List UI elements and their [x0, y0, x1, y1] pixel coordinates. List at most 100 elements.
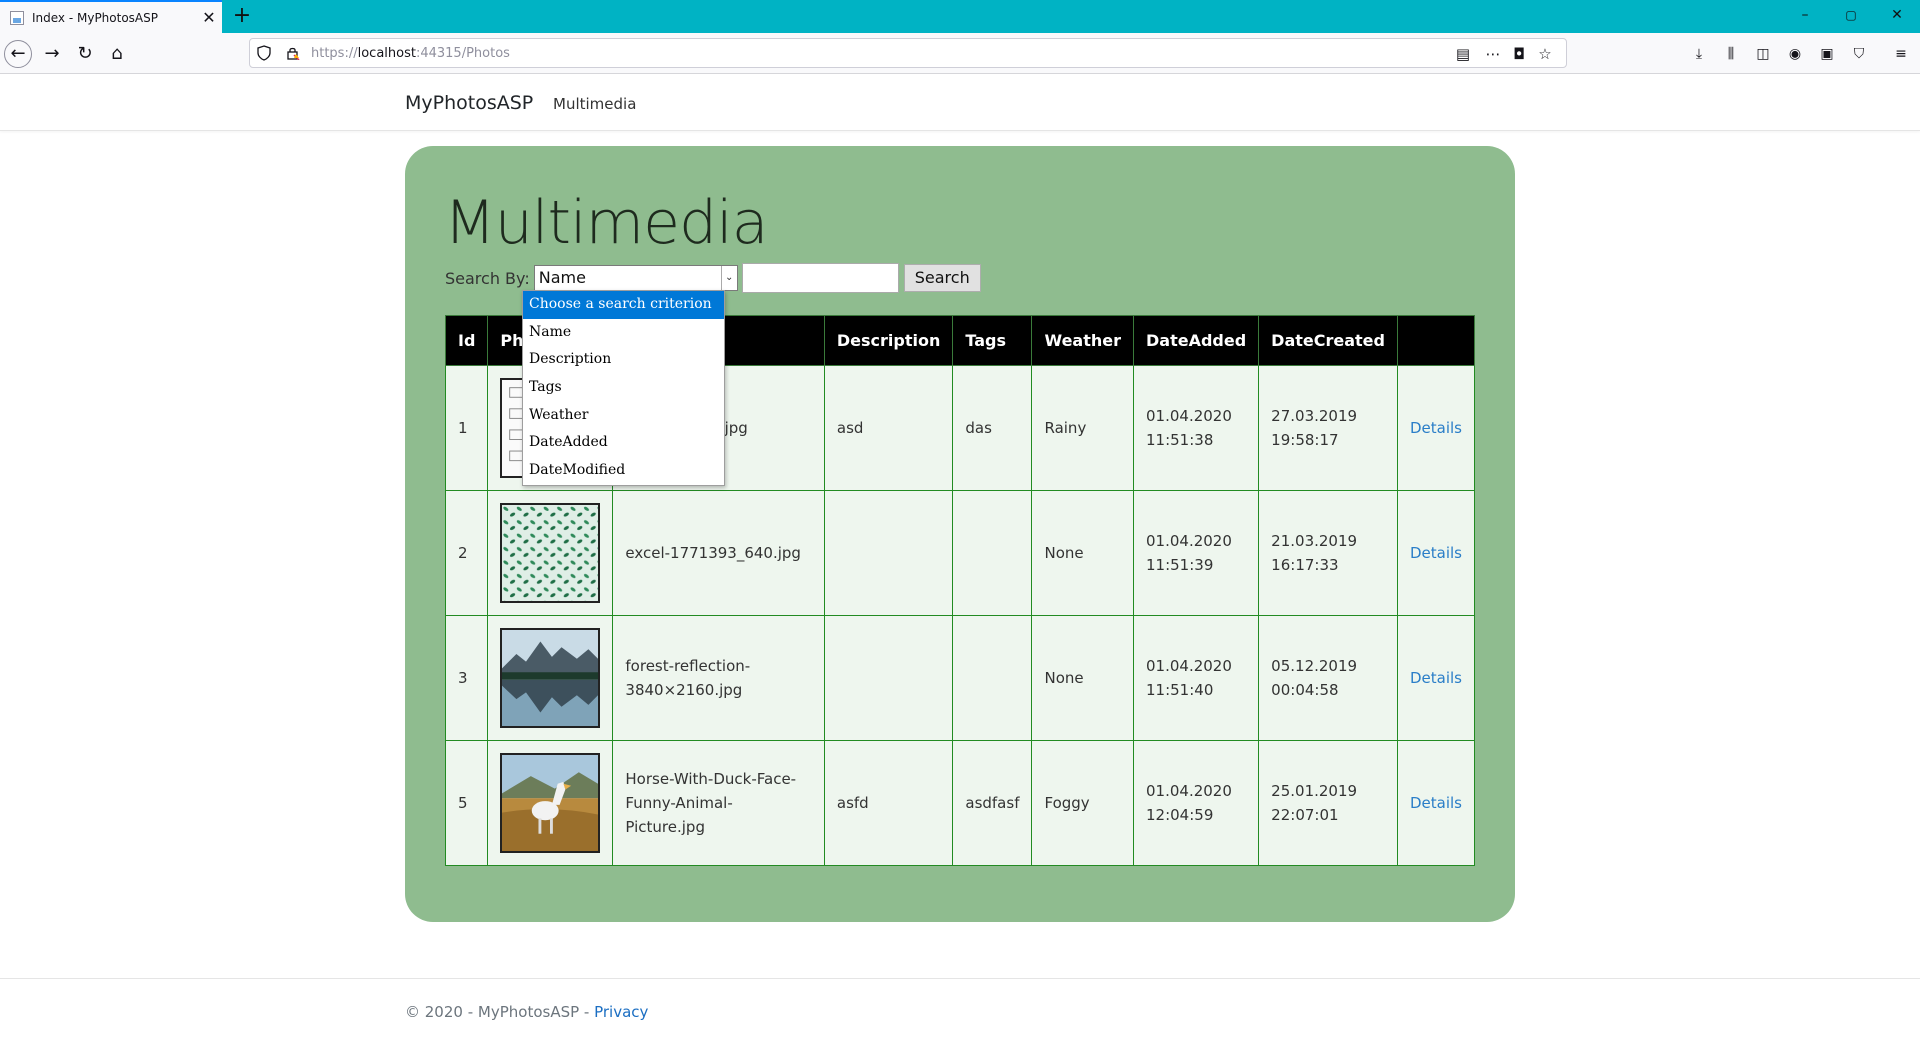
page-title: Multimedia	[444, 188, 769, 258]
site-footer: © 2020 - MyPhotosASP - Privacy	[0, 978, 1920, 1040]
search-criterion-select[interactable]: Name ⌄	[533, 265, 738, 291]
shield-extension-icon[interactable]: ⛉	[1848, 43, 1870, 65]
sidebar-icon[interactable]: ◫	[1752, 43, 1774, 65]
details-link[interactable]: Details	[1410, 419, 1462, 437]
cell-description	[823, 490, 954, 616]
date-created-time: 16:17:33	[1271, 556, 1339, 574]
photo-thumbnail-horse[interactable]	[500, 753, 601, 853]
dropdown-option-name[interactable]: Name	[523, 319, 724, 347]
cell-date-added: 01.04.2020 11:51:39	[1132, 490, 1260, 616]
pocket-icon[interactable]: ◘	[1508, 45, 1530, 63]
details-link[interactable]: Details	[1410, 544, 1462, 562]
cell-id: 5	[444, 740, 489, 866]
dropdown-option-weather[interactable]: Weather	[523, 402, 724, 430]
dropdown-option-datemodified[interactable]: DateModified	[523, 457, 724, 485]
reload-icon[interactable]: ↻	[70, 39, 100, 69]
date-created-time: 22:07:01	[1271, 806, 1339, 824]
search-criterion-value: Name	[538, 268, 586, 287]
privacy-link[interactable]: Privacy	[594, 1003, 648, 1021]
page-favicon-icon	[10, 10, 24, 25]
tracking-shield-icon[interactable]	[257, 45, 271, 61]
dropdown-option-dateadded[interactable]: DateAdded	[523, 429, 724, 457]
cell-photo	[487, 490, 614, 616]
details-link[interactable]: Details	[1410, 794, 1462, 812]
table-row: 2 excel-1771393_640.jpg None 01.04.2020 …	[444, 490, 1476, 616]
cell-date-created: 05.12.2019 00:04:58	[1258, 615, 1398, 741]
column-header-weather: Weather	[1031, 315, 1134, 366]
date-added-date: 01.04.2020	[1146, 657, 1232, 675]
date-added-date: 01.04.2020	[1146, 407, 1232, 425]
reader-view-icon[interactable]: ▤	[1452, 45, 1474, 63]
column-header-tags: Tags	[952, 315, 1033, 366]
cell-actions: Details	[1396, 490, 1476, 616]
cell-id: 2	[444, 490, 489, 616]
date-created-time: 19:58:17	[1271, 431, 1339, 449]
cell-photo	[487, 740, 614, 866]
photo-thumbnail-lake[interactable]	[500, 628, 601, 728]
table-row: 3 forest-reflection-3840×2160.jpg None 0…	[444, 615, 1476, 741]
url-path: :44315/Photos	[415, 46, 510, 61]
search-by-label: Search By:	[445, 268, 530, 288]
cell-weather: Rainy	[1031, 365, 1134, 491]
new-tab-plus-icon[interactable]: +	[230, 4, 254, 28]
footer-text: © 2020 - MyPhotosASP - Privacy	[405, 1003, 648, 1021]
site-header: MyPhotosASP Multimedia	[0, 74, 1920, 131]
dropdown-option-description[interactable]: Description	[523, 346, 724, 374]
search-input[interactable]	[741, 263, 899, 293]
address-bar[interactable]: https://localhost:44315/Photos ▤ ⋯ ◘ ☆	[249, 38, 1567, 68]
dropdown-option-placeholder[interactable]: Choose a search criterion	[523, 291, 724, 319]
nav-multimedia-link[interactable]: Multimedia	[553, 95, 636, 113]
page-actions-icon[interactable]: ⋯	[1482, 45, 1504, 63]
menu-hamburger-icon[interactable]: ≡	[1890, 43, 1912, 65]
column-header-actions	[1396, 315, 1476, 366]
library-icon[interactable]: ⫼	[1720, 43, 1742, 65]
cell-tags	[952, 615, 1033, 741]
table-row: 5 Horse-With-Duck-Face-Funny-Animal-Pict…	[444, 740, 1476, 866]
browser-tab-active[interactable]: Index - MyPhotosASP ✕	[0, 0, 222, 33]
date-created-time: 00:04:58	[1271, 681, 1339, 699]
url-scheme: https://	[311, 46, 358, 61]
cell-date-created: 25.01.2019 22:07:01	[1258, 740, 1398, 866]
downloads-icon[interactable]: ⤓	[1688, 43, 1710, 65]
cell-tags: das	[952, 365, 1033, 491]
dropdown-option-tags[interactable]: Tags	[523, 374, 724, 402]
url-host: localhost	[357, 46, 416, 61]
browser-tab-strip: Index - MyPhotosASP ✕ + – ▢ ✕	[0, 0, 1920, 33]
cell-date-added: 01.04.2020 12:04:59	[1132, 740, 1260, 866]
screenshot-icon[interactable]: ▣	[1816, 43, 1838, 65]
tab-title: Index - MyPhotosASP	[32, 10, 158, 25]
date-added-time: 11:51:38	[1146, 431, 1214, 449]
cell-weather: None	[1031, 615, 1134, 741]
cell-id: 1	[444, 365, 489, 491]
back-arrow-icon[interactable]: ←	[4, 40, 32, 68]
url-text: https://localhost:44315/Photos	[311, 46, 510, 61]
cell-name: forest-reflection-3840×2160.jpg	[612, 615, 825, 741]
bookmark-star-icon[interactable]: ☆	[1534, 45, 1556, 63]
cell-date-added: 01.04.2020 11:51:38	[1132, 365, 1260, 491]
photo-thumbnail-pattern[interactable]	[500, 503, 601, 603]
brand-link[interactable]: MyPhotosASP	[405, 92, 533, 114]
chevron-down-icon[interactable]: ⌄	[720, 266, 737, 290]
restore-button[interactable]: ▢	[1828, 0, 1874, 33]
details-link[interactable]: Details	[1410, 669, 1462, 687]
cell-weather: Foggy	[1031, 740, 1134, 866]
tab-close-icon[interactable]: ✕	[196, 8, 222, 27]
browser-toolbar: ← → ↻ ⌂ https://localhost:44315/Photos ▤…	[0, 33, 1920, 74]
window-close-button[interactable]: ✕	[1874, 0, 1920, 33]
home-icon[interactable]: ⌂	[102, 39, 132, 69]
minimize-button[interactable]: –	[1782, 0, 1828, 33]
date-added-date: 01.04.2020	[1146, 782, 1232, 800]
extension-icon[interactable]: ◉	[1784, 43, 1806, 65]
search-button[interactable]: Search	[903, 264, 981, 292]
cell-tags: asdfasf	[952, 740, 1033, 866]
cell-description: asd	[823, 365, 954, 491]
cell-description	[823, 615, 954, 741]
column-header-datecreated: DateCreated	[1258, 315, 1398, 366]
date-added-time: 12:04:59	[1146, 806, 1214, 824]
insecure-lock-icon[interactable]	[286, 46, 300, 60]
column-header-id: Id	[444, 315, 489, 366]
date-created-date: 27.03.2019	[1271, 407, 1358, 425]
forward-arrow-icon[interactable]: →	[37, 39, 67, 69]
date-added-time: 11:51:40	[1146, 681, 1214, 699]
search-form: Search By: Name ⌄ Search	[445, 263, 981, 293]
